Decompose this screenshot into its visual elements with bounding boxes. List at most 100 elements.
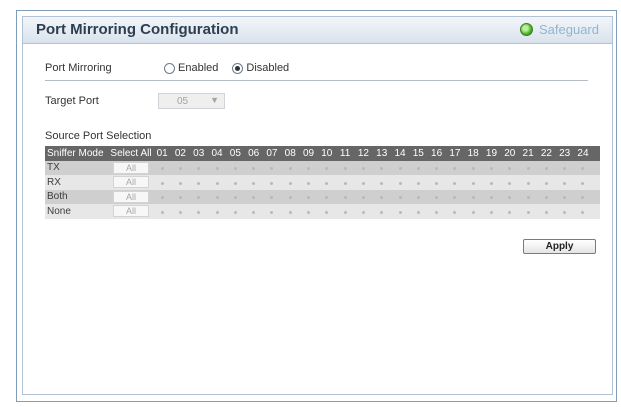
port-22-radio[interactable] [537, 206, 555, 217]
port-21-radio[interactable] [519, 206, 537, 217]
port-18-radio[interactable] [464, 177, 482, 188]
port-10-radio[interactable] [318, 206, 336, 217]
port-15-radio[interactable] [409, 191, 427, 202]
port-23-radio[interactable] [556, 177, 574, 188]
port-03-radio[interactable] [190, 162, 208, 173]
port-22-radio[interactable] [537, 177, 555, 188]
port-08-radio[interactable] [281, 162, 299, 173]
target-port-select[interactable]: 05 ▼ [158, 93, 225, 109]
port-12-radio[interactable] [354, 162, 372, 173]
port-22-radio[interactable] [537, 191, 555, 202]
port-20-radio[interactable] [501, 191, 519, 202]
port-19-radio[interactable] [482, 177, 500, 188]
port-16-radio[interactable] [427, 177, 445, 188]
port-14-radio[interactable] [391, 191, 409, 202]
port-02-radio[interactable] [171, 177, 189, 188]
port-11-radio[interactable] [336, 191, 354, 202]
port-16-radio[interactable] [427, 162, 445, 173]
port-03-radio[interactable] [190, 177, 208, 188]
port-07-radio[interactable] [263, 177, 281, 188]
port-12-radio[interactable] [354, 206, 372, 217]
port-22-radio[interactable] [537, 162, 555, 173]
port-11-radio[interactable] [336, 162, 354, 173]
port-09-radio[interactable] [299, 162, 317, 173]
port-01-radio[interactable] [153, 191, 171, 202]
port-mirroring-disabled-option[interactable]: Disabled [232, 62, 289, 74]
port-02-radio[interactable] [171, 206, 189, 217]
port-09-radio[interactable] [299, 191, 317, 202]
port-12-radio[interactable] [354, 191, 372, 202]
port-07-radio[interactable] [263, 191, 281, 202]
port-24-radio[interactable] [574, 177, 592, 188]
apply-button[interactable]: Apply [523, 239, 596, 254]
port-17-radio[interactable] [446, 206, 464, 217]
port-23-radio[interactable] [556, 191, 574, 202]
port-08-radio[interactable] [281, 191, 299, 202]
port-20-radio[interactable] [501, 177, 519, 188]
port-17-radio[interactable] [446, 177, 464, 188]
port-18-radio[interactable] [464, 191, 482, 202]
port-21-radio[interactable] [519, 191, 537, 202]
port-19-radio[interactable] [482, 162, 500, 173]
port-15-radio[interactable] [409, 206, 427, 217]
select-all-button[interactable]: All [113, 190, 149, 203]
port-14-radio[interactable] [391, 177, 409, 188]
port-13-radio[interactable] [373, 206, 391, 217]
port-06-radio[interactable] [244, 206, 262, 217]
port-23-radio[interactable] [556, 206, 574, 217]
port-03-radio[interactable] [190, 206, 208, 217]
port-18-radio[interactable] [464, 162, 482, 173]
port-04-radio[interactable] [208, 191, 226, 202]
disabled-radio[interactable] [232, 62, 244, 74]
port-19-radio[interactable] [482, 206, 500, 217]
port-09-radio[interactable] [299, 177, 317, 188]
port-06-radio[interactable] [244, 177, 262, 188]
port-04-radio[interactable] [208, 206, 226, 217]
port-19-radio[interactable] [482, 191, 500, 202]
port-02-radio[interactable] [171, 191, 189, 202]
port-05-radio[interactable] [226, 191, 244, 202]
port-23-radio[interactable] [556, 162, 574, 173]
port-12-radio[interactable] [354, 177, 372, 188]
port-17-radio[interactable] [446, 191, 464, 202]
port-04-radio[interactable] [208, 162, 226, 173]
port-24-radio[interactable] [574, 162, 592, 173]
port-11-radio[interactable] [336, 177, 354, 188]
select-all-button[interactable]: All [113, 205, 149, 218]
port-10-radio[interactable] [318, 162, 336, 173]
port-05-radio[interactable] [226, 206, 244, 217]
port-04-radio[interactable] [208, 177, 226, 188]
port-10-radio[interactable] [318, 191, 336, 202]
port-17-radio[interactable] [446, 162, 464, 173]
port-18-radio[interactable] [464, 206, 482, 217]
port-01-radio[interactable] [153, 206, 171, 217]
select-all-button[interactable]: All [113, 161, 149, 174]
port-21-radio[interactable] [519, 177, 537, 188]
port-24-radio[interactable] [574, 206, 592, 217]
port-01-radio[interactable] [153, 177, 171, 188]
port-08-radio[interactable] [281, 177, 299, 188]
port-13-radio[interactable] [373, 191, 391, 202]
port-13-radio[interactable] [373, 162, 391, 173]
select-all-button[interactable]: All [113, 176, 149, 189]
port-16-radio[interactable] [427, 191, 445, 202]
port-11-radio[interactable] [336, 206, 354, 217]
port-10-radio[interactable] [318, 177, 336, 188]
port-mirroring-enabled-option[interactable]: Enabled [164, 62, 218, 74]
port-21-radio[interactable] [519, 162, 537, 173]
port-03-radio[interactable] [190, 191, 208, 202]
port-13-radio[interactable] [373, 177, 391, 188]
port-14-radio[interactable] [391, 162, 409, 173]
port-14-radio[interactable] [391, 206, 409, 217]
port-01-radio[interactable] [153, 162, 171, 173]
port-05-radio[interactable] [226, 177, 244, 188]
port-02-radio[interactable] [171, 162, 189, 173]
port-07-radio[interactable] [263, 162, 281, 173]
port-07-radio[interactable] [263, 206, 281, 217]
port-20-radio[interactable] [501, 206, 519, 217]
port-16-radio[interactable] [427, 206, 445, 217]
port-15-radio[interactable] [409, 162, 427, 173]
port-20-radio[interactable] [501, 162, 519, 173]
port-06-radio[interactable] [244, 162, 262, 173]
port-24-radio[interactable] [574, 191, 592, 202]
